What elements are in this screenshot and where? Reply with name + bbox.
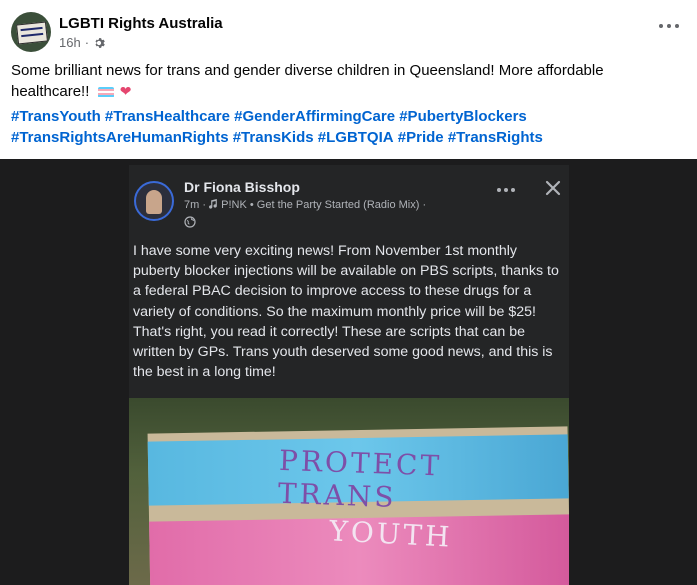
sign-text-line1: PROTECT TRANS	[277, 443, 443, 514]
hashtag-link[interactable]: #TransYouth	[11, 108, 101, 125]
author-name: Dr Fiona Bisshop	[184, 179, 300, 195]
shared-timestamp: 7m	[184, 199, 200, 211]
sign-text-line2: YOUTH	[328, 514, 454, 554]
hashtag-link[interactable]: #TransRights	[448, 129, 543, 146]
post-timestamp[interactable]: 16h	[59, 35, 81, 51]
protest-sign: PROTECT TRANS YOUTH	[147, 426, 569, 585]
shared-options-icon	[497, 187, 515, 193]
globe-icon	[184, 216, 196, 228]
transgender-flag-icon	[97, 86, 114, 98]
separator-dot: ·	[84, 34, 90, 50]
hashtag-link[interactable]: #Pride	[398, 129, 444, 146]
more-dot	[675, 24, 679, 28]
hashtag-link[interactable]: #PubertyBlockers	[399, 108, 527, 125]
heart-icon: ❤	[119, 83, 132, 99]
gear-icon	[95, 37, 105, 48]
protest-sign-photo: PROTECT TRANS YOUTH	[129, 398, 569, 585]
shared-post-subline: 7m · P!NK • Get the Party Started (Radio…	[184, 199, 426, 211]
hashtag-link[interactable]: #GenderAffirmingCare	[234, 108, 395, 125]
post-options-button[interactable]	[659, 20, 679, 32]
hashtag-link[interactable]: #TransRightsAreHumanRights	[11, 129, 229, 146]
page-name-link[interactable]: LGBTI Rights Australia	[59, 14, 223, 33]
hashtag-list: #TransYouth #TransHealthcare #GenderAffi…	[11, 106, 691, 148]
hashtag-link[interactable]: #TransHealthcare	[105, 108, 230, 125]
separator-dot: ·	[202, 199, 207, 211]
close-icon	[545, 180, 561, 196]
shared-post-text: I have some very exciting news! From Nov…	[133, 243, 559, 381]
post-header: LGBTI Rights Australia 16h ·	[11, 12, 223, 52]
shared-post-screenshot: Dr Fiona Bisshop 7m · P!NK • Get the Par…	[129, 165, 569, 585]
song-title: P!NK • Get the Party Started (Radio Mix)	[221, 199, 420, 211]
avatar-sign-image	[16, 21, 48, 45]
hashtag-link[interactable]: #LGBTQIA	[318, 129, 394, 146]
post-body: Some brilliant news for trans and gender…	[11, 60, 671, 102]
more-dot	[667, 24, 671, 28]
separator-dot: ·	[422, 199, 427, 211]
post-subline: 16h ·	[59, 35, 223, 51]
post-meta: LGBTI Rights Australia 16h ·	[59, 14, 223, 51]
post-image[interactable]: Dr Fiona Bisshop 7m · P!NK • Get the Par…	[0, 159, 697, 585]
author-avatar	[134, 181, 174, 221]
page-avatar[interactable]	[11, 12, 51, 52]
hashtag-link[interactable]: #TransKids	[233, 129, 314, 146]
more-dot	[659, 24, 663, 28]
music-note-icon	[209, 199, 217, 209]
